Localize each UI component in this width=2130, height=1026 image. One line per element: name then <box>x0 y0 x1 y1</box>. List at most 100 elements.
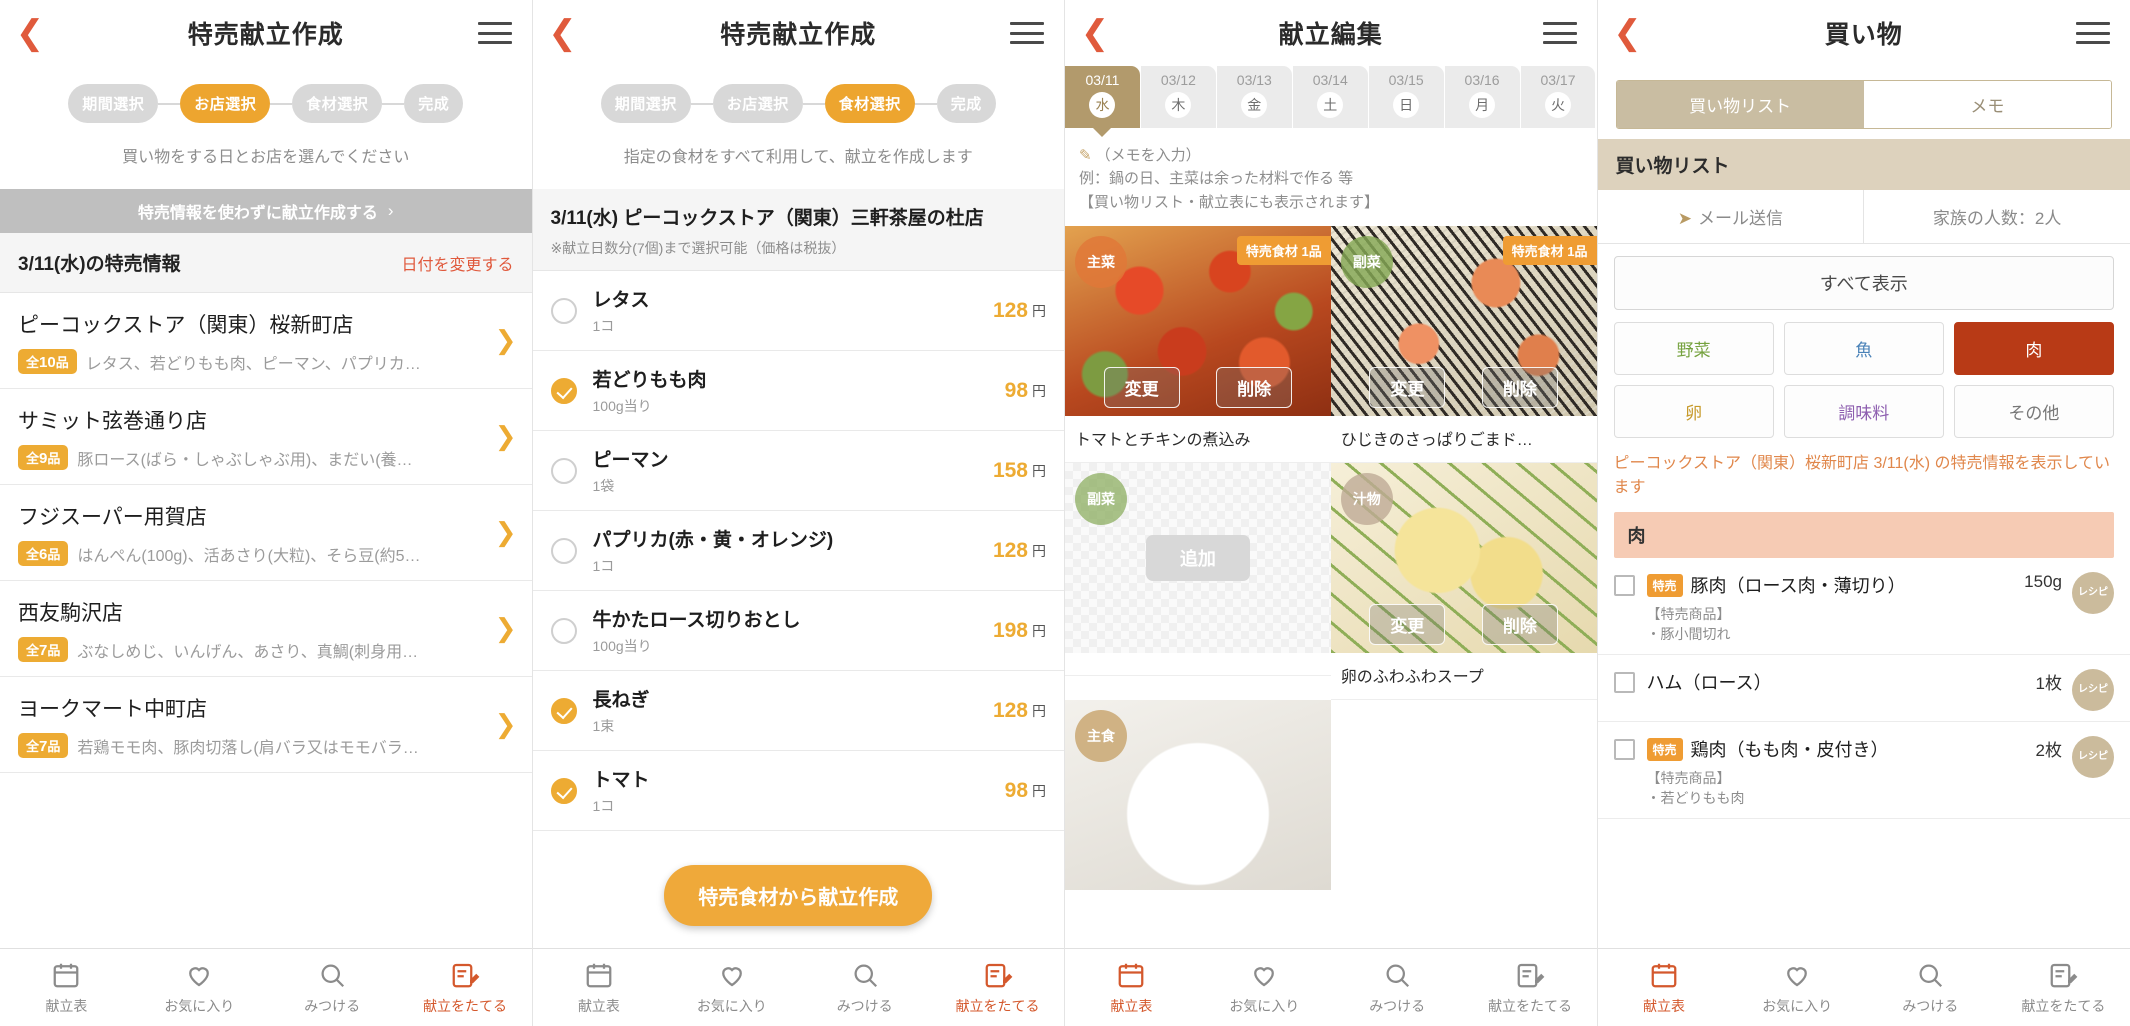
dish-grid-scroll[interactable]: 主菜 特売食材 1品 変更 削除 トマトとチキンの煮込み 副菜 特売食材 1品 <box>1065 225 1597 948</box>
list-item[interactable]: ピーマン 1袋 158 円 <box>532 431 1064 511</box>
list-item[interactable]: ヨークマート中町店 全7品 若鶏モモ肉、豚肉切落し(肩バラ又はモモバラ… ❯ <box>0 677 532 773</box>
category-other[interactable]: その他 <box>1953 385 2115 438</box>
ingredient-checkbox[interactable] <box>550 777 577 804</box>
date-tab[interactable]: 03/11 水 <box>1065 66 1140 128</box>
step-store[interactable]: お店選択 <box>712 84 803 123</box>
step-ingredient[interactable]: 食材選択 <box>292 84 383 123</box>
list-item[interactable]: レタス 1コ 128 円 <box>532 271 1064 351</box>
nav-item-discover[interactable]: みつける <box>266 949 399 1026</box>
tab-shopping-list[interactable]: 買い物リスト <box>1616 81 1864 128</box>
list-item[interactable]: 特売 豚肉（ロース肉・薄切り） 【特売商品】 ・豚小間切れ 150g レシピ <box>1597 558 2130 655</box>
nav-item-favorites[interactable]: お気に入り <box>665 949 798 1026</box>
list-item[interactable]: フジスーパー用賀店 全6品 はんぺん(100g)、活あさり(大粒)、そら豆(約5… <box>0 485 532 581</box>
change-date-link[interactable]: 日付を変更する <box>401 251 513 275</box>
delete-dish-button[interactable]: 削除 <box>1481 366 1558 408</box>
nav-item-discover[interactable]: みつける <box>1864 949 1997 1026</box>
segmented-control[interactable]: 買い物リスト メモ <box>1615 80 2112 129</box>
create-menu-from-sale-button[interactable]: 特売食材から献立作成 <box>664 865 933 926</box>
date-tab[interactable]: 03/16 月 <box>1444 66 1520 128</box>
change-dish-button[interactable]: 変更 <box>1369 366 1446 408</box>
nav-item-create-menu[interactable]: 献立をたてる <box>1464 949 1597 1026</box>
change-dish-button[interactable]: 変更 <box>1103 366 1180 408</box>
ingredient-checkbox[interactable] <box>550 617 577 644</box>
recipe-button[interactable]: レシピ <box>2072 669 2114 711</box>
show-all-button[interactable]: すべて表示 <box>1613 256 2114 310</box>
ingredient-checkbox[interactable] <box>550 457 577 484</box>
step-complete[interactable]: 完成 <box>936 84 996 123</box>
list-item[interactable]: ピーコックストア（関東）桜新町店 全10品 レタス、若どりもも肉、ピーマン、パプ… <box>0 293 532 389</box>
heart-icon <box>721 966 742 986</box>
list-item[interactable]: 若どりもも肉 100g当り 98 円 <box>532 351 1064 431</box>
item-checkbox[interactable] <box>1613 575 1635 596</box>
hamburger-icon[interactable] <box>1542 22 1577 44</box>
nav-item-create-menu[interactable]: 献立をたてる <box>1997 949 2130 1026</box>
date-tab[interactable]: 03/12 木 <box>1140 66 1216 128</box>
nav-item-create-menu[interactable]: 献立をたてる <box>931 949 1064 1026</box>
category-seasoning[interactable]: 調味料 <box>1783 385 1944 438</box>
step-ingredient[interactable]: 食材選択 <box>824 84 915 123</box>
nav-item-menu-table[interactable]: 献立表 <box>533 949 666 1026</box>
list-item[interactable]: パプリカ(赤・黄・オレンジ) 1コ 128 円 <box>532 511 1064 591</box>
list-item[interactable]: 牛かたロース切りおとし 100g当り 198 円 <box>532 591 1064 671</box>
item-checkbox[interactable] <box>1613 739 1635 760</box>
category-vegetables[interactable]: 野菜 <box>1613 322 1774 375</box>
category-meat[interactable]: 肉 <box>1953 322 2115 375</box>
step-complete[interactable]: 完成 <box>404 84 464 123</box>
list-item[interactable]: 長ねぎ 1束 128 円 <box>532 671 1064 751</box>
nav-item-favorites[interactable]: お気に入り <box>1731 949 1864 1026</box>
list-item[interactable]: トマト 1コ 98 円 <box>532 751 1064 831</box>
dish-card-empty[interactable]: 副菜 追加 <box>1065 462 1331 700</box>
step-period[interactable]: 期間選択 <box>600 84 691 123</box>
bottom-nav: 献立表 お気に入り みつける 献立をたてる <box>532 948 1064 1026</box>
ingredient-checkbox[interactable] <box>550 697 577 724</box>
list-item[interactable]: 西友駒沢店 全7品 ぶなしめじ、いんげん、あさり、真鯛(刺身用… ❯ <box>0 581 532 677</box>
list-item[interactable]: ハム（ロース） 1枚 レシピ <box>1597 655 2130 722</box>
ingredient-checkbox[interactable] <box>550 377 577 404</box>
nav-item-create-menu[interactable]: 献立をたてる <box>399 949 532 1026</box>
ingredient-checkbox[interactable] <box>550 297 577 324</box>
list-item[interactable]: 特売 鶏肉（もも肉・皮付き） 【特売商品】 ・若どりもも肉 2枚 レシピ <box>1597 722 2130 819</box>
nav-item-favorites[interactable]: お気に入り <box>1198 949 1331 1026</box>
memo-input[interactable]: ✎ （メモを入力） 例：鍋の日、主菜は余った材料で作る 等 【買い物リスト・献立表… <box>1065 128 1597 226</box>
tab-memo[interactable]: メモ <box>1863 81 2111 128</box>
stepper: 期間選択 お店選択 食材選択 完成 <box>0 66 532 123</box>
recipe-button[interactable]: レシピ <box>2072 736 2114 778</box>
hamburger-icon[interactable] <box>1010 22 1044 44</box>
nav-item-menu-table[interactable]: 献立表 <box>1065 949 1198 1026</box>
hamburger-icon[interactable] <box>477 22 512 44</box>
nav-label: お気に入り <box>1229 997 1300 1014</box>
change-dish-button[interactable]: 変更 <box>1369 603 1446 645</box>
shopping-items[interactable]: 特売 豚肉（ロース肉・薄切り） 【特売商品】 ・豚小間切れ 150g レシピ ハ… <box>1597 558 2130 948</box>
delete-dish-button[interactable]: 削除 <box>1216 366 1293 408</box>
date-tab[interactable]: 03/17 火 <box>1520 66 1596 128</box>
step-store[interactable]: お店選択 <box>180 84 271 123</box>
family-count-button[interactable]: 家族の人数：2人 <box>1864 190 2130 243</box>
nav-item-menu-table[interactable]: 献立表 <box>1598 949 1731 1026</box>
date-tab[interactable]: 03/13 金 <box>1216 66 1292 128</box>
dish-card[interactable]: 副菜 特売食材 1品 変更 削除 ひじきのさっぱりごまド… <box>1330 225 1597 463</box>
nav-item-discover[interactable]: みつける <box>1331 949 1464 1026</box>
step-period[interactable]: 期間選択 <box>68 84 159 123</box>
dish-card[interactable]: 汁物 変更 削除 卵のふわふわスープ <box>1330 462 1597 700</box>
nav-item-menu-table[interactable]: 献立表 <box>0 949 133 1026</box>
date-tab[interactable]: 03/14 土 <box>1292 66 1368 128</box>
category-fish[interactable]: 魚 <box>1783 322 1944 375</box>
date-tab-strip[interactable]: 03/11 水 03/12 木 03/13 金 03/14 土 03/15 日 … <box>1065 66 1597 128</box>
category-egg[interactable]: 卵 <box>1613 385 1774 438</box>
nav-item-discover[interactable]: みつける <box>798 949 931 1026</box>
date-tab[interactable]: 03/15 日 <box>1368 66 1444 128</box>
ingredient-list[interactable]: レタス 1コ 128 円 若どりもも肉 100g当り 98 円 ピーマン 1袋 … <box>532 271 1064 948</box>
list-item[interactable]: サミット弦巻通り店 全9品 豚ロース(ばら・しゃぶしゃぶ用)、まだい(養… ❯ <box>0 389 532 485</box>
ingredient-checkbox[interactable] <box>550 537 577 564</box>
dish-card[interactable]: 主食 <box>1065 699 1331 890</box>
skip-sale-button[interactable]: 特売情報を使わずに献立作成する › <box>0 189 532 233</box>
send-mail-button[interactable]: ➤ メール送信 <box>1598 190 1865 243</box>
delete-dish-button[interactable]: 削除 <box>1481 603 1558 645</box>
dish-card[interactable]: 主菜 特売食材 1品 変更 削除 トマトとチキンの煮込み <box>1065 225 1331 463</box>
store-list[interactable]: ピーコックストア（関東）桜新町店 全10品 レタス、若どりもも肉、ピーマン、パプ… <box>0 293 532 948</box>
nav-item-favorites[interactable]: お気に入り <box>133 949 266 1026</box>
recipe-button[interactable]: レシピ <box>2072 572 2114 614</box>
add-dish-button[interactable]: 追加 <box>1145 534 1250 581</box>
hamburger-icon[interactable] <box>2076 22 2110 44</box>
item-checkbox[interactable] <box>1613 672 1635 693</box>
